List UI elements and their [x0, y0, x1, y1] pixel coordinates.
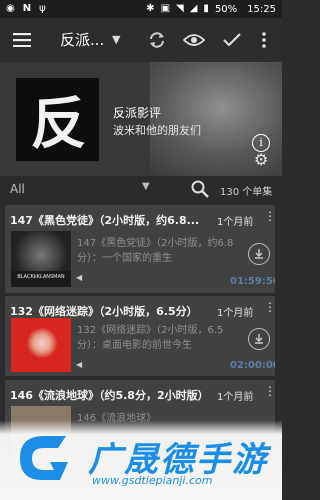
battery-percent: 50%: [214, 3, 238, 15]
eye-button[interactable]: [180, 18, 208, 62]
n-icon: N: [22, 3, 32, 14]
download-button[interactable]: [248, 243, 270, 265]
wifi-icon: ◥: [176, 3, 184, 14]
thumb-caption: BLACKkKLANSMAN: [17, 274, 65, 280]
clock: 15:25: [247, 3, 276, 15]
menu-button[interactable]: [8, 18, 36, 62]
episode-description: 147《黑色党徒》（2小时版，约6.8分）：一个国家的重生: [77, 238, 234, 264]
brand-logo-icon: [20, 436, 68, 480]
podcast-cover: 反: [16, 78, 99, 161]
battery-icon: ▮: [203, 3, 209, 14]
refresh-button[interactable]: [144, 18, 170, 62]
episode-duration: 02:00:00: [230, 360, 275, 371]
download-icon: [255, 334, 263, 344]
episode-title: 146《流浪地球》（约5.8分，2小时版）: [10, 389, 209, 402]
check-icon: [223, 33, 241, 47]
episode-card[interactable]: 147《黑色党徒》（2小时版，约6.8... 1个月前 ⋮ BLACKkKLAN…: [5, 205, 275, 293]
cover-glyph: 反: [30, 91, 87, 157]
episode-menu-icon[interactable]: ⋮: [264, 210, 275, 222]
episode-title: 132《网络迷踪》（2小时版，6.5分）: [10, 305, 198, 318]
volume-icon: ◀: [76, 273, 83, 282]
podcast-header: 反 反派影评 波米和他的朋友们 i: [0, 62, 282, 176]
filter-dropdown-icon[interactable]: ▼: [142, 181, 150, 192]
podcast-name: 反派影评: [113, 106, 162, 120]
episode-count: 130 个单集: [220, 187, 273, 198]
status-bar: ◉ N ψ ✱ ▣ ◥ ◢ ▮ 50% 15:25: [0, 0, 282, 18]
toolbar-title[interactable]: 反派...: [60, 18, 104, 62]
episode-menu-icon[interactable]: ⋮: [264, 385, 275, 397]
download-button[interactable]: [248, 328, 270, 350]
refresh-icon: [150, 32, 164, 48]
episode-description: 132《网络迷踪》（2小时版，6.5分）：桌面电影的前世今生: [77, 325, 224, 351]
episode-card[interactable]: 132《网络迷踪》（2小时版，6.5分） 1个月前 ⋮ 132《网络迷踪》（2小…: [5, 296, 275, 376]
dropdown-icon[interactable]: ▼: [112, 18, 120, 62]
episode-duration: 01:59:50: [230, 276, 275, 287]
search-icon[interactable]: [190, 179, 210, 199]
more-vert-icon: [262, 32, 266, 48]
nfc-icon: ▣: [160, 3, 171, 14]
filter-bar: All ▼ 130 个单集: [0, 176, 282, 203]
download-icon: [255, 249, 263, 259]
volume-icon: ◀: [76, 360, 83, 369]
usb-icon: ψ: [39, 3, 46, 14]
settings-gear-icon[interactable]: ⚙: [254, 150, 268, 169]
episode-thumbnail: BLACKkKLANSMAN: [11, 231, 71, 287]
episode-thumbnail: [11, 318, 71, 372]
episode-time: 1个月前: [217, 217, 254, 228]
eye-icon: [183, 34, 205, 46]
filter-select[interactable]: All: [10, 182, 25, 196]
toolbar: 反派... ▼: [0, 18, 282, 62]
notification-icon: ◉: [6, 3, 15, 14]
episode-menu-icon[interactable]: ⋮: [264, 301, 275, 313]
menu-icon: [13, 33, 31, 47]
podcast-subtitle: 波米和他的朋友们: [113, 124, 201, 137]
watermark-banner: 广晟德手游 www.gsdtiepianji.com: [0, 420, 282, 500]
episode-time: 1个月前: [217, 308, 254, 319]
bluetooth-icon: ✱: [146, 3, 155, 14]
episode-time: 1个月前: [217, 392, 254, 403]
watermark-url: www.gsdtiepianji.com: [92, 474, 213, 487]
check-button[interactable]: [220, 18, 244, 62]
more-button[interactable]: [256, 18, 272, 62]
signal-icon: ◢: [189, 3, 198, 14]
episode-title: 147《黑色党徒》（2小时版，约6.8...: [10, 214, 200, 227]
